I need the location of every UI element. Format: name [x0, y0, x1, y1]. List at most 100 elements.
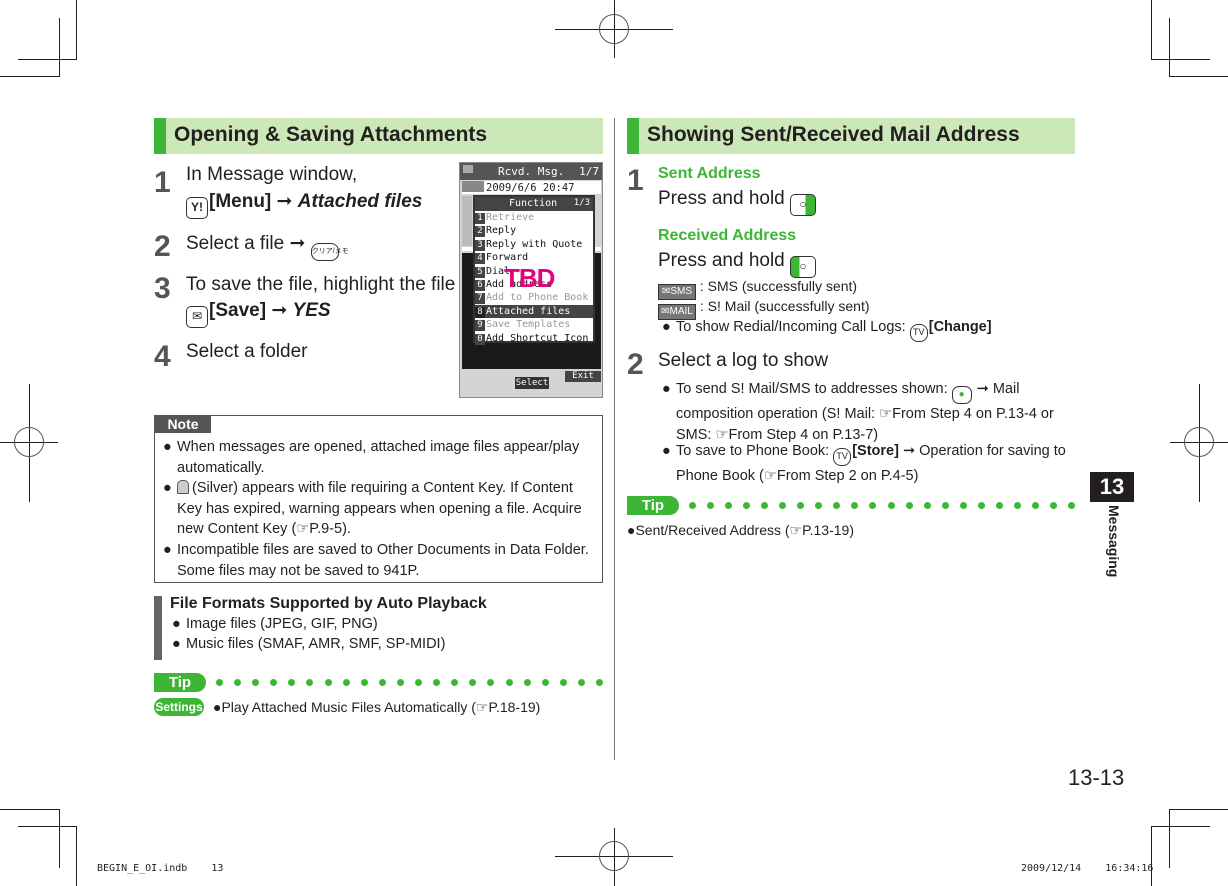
mail-icon-label: MAIL [669, 306, 693, 317]
tip-dot [761, 502, 769, 509]
tip-reference-link[interactable]: ●Sent/Received Address (☞P.13-19) [627, 520, 854, 540]
tip-dot [869, 502, 877, 509]
step-2-text: Select a file ➞ クリア/メモ [186, 232, 349, 261]
note-label: Note [155, 416, 211, 433]
tip-dot [905, 502, 913, 509]
yahoo-key-icon: Y! [186, 197, 208, 219]
tip-dot [995, 502, 1003, 509]
tv-key-icon: TV [833, 448, 852, 466]
tip-dot [415, 679, 423, 686]
store-label: [Store] [852, 443, 899, 459]
slug-timestamp: 2009/12/14 16:34:16 [1021, 863, 1154, 874]
softkey-exit[interactable]: Exit [565, 371, 601, 382]
function-menu-item[interactable]: 0 Add Shortcut Icon [475, 332, 593, 345]
yes-label: YES [292, 300, 331, 321]
page-number: 13-13 [1068, 765, 1125, 790]
arrow-icon: ➞ [289, 233, 306, 254]
bullet-icon: ● [662, 443, 671, 459]
step-number: 1 [627, 164, 644, 197]
menu-item-number: 3 [475, 239, 485, 251]
phone-title-bar: Rcvd. Msg. 1/7 [460, 163, 602, 180]
arrow-icon: ➞ [276, 191, 293, 212]
file-format-text: Image files (JPEG, GIF, PNG) [186, 616, 378, 632]
function-menu-header: Function 1/3 [475, 197, 593, 211]
bullet-icon: ● [662, 319, 671, 335]
function-menu-item[interactable]: 1 Retrieve [475, 211, 593, 224]
section-title: Opening & Saving Attachments [174, 123, 488, 146]
function-menu-item[interactable]: 9 Save Templates [475, 318, 593, 332]
header-accent-bar [627, 118, 639, 154]
tip-dot [324, 679, 332, 686]
note-item: ● When messages are opened, attached ima… [163, 437, 599, 478]
step-number: 1 [154, 166, 171, 199]
tip-dot [851, 502, 859, 509]
tip-dot [234, 679, 242, 686]
file-formats-title: File Formats Supported by Auto Playback [170, 595, 487, 612]
step-3-label: To save the file, highlight the file [186, 274, 456, 295]
menu-item-label: Reply with Quote [486, 238, 583, 250]
function-menu-page: 1/3 [573, 198, 590, 208]
note-item: ● (Silver) appears with file requiring a… [163, 478, 599, 540]
tip-dot [595, 679, 603, 686]
section-header-sent-received: Showing Sent/Received Mail Address [627, 118, 1075, 154]
note-item-text: When messages are opened, attached image… [177, 439, 580, 476]
right-key-icon: ○ [790, 256, 817, 278]
section-header-opening-saving: Opening & Saving Attachments [154, 118, 603, 154]
clock-icon [462, 181, 484, 192]
sent-address-heading: Sent Address [658, 165, 761, 182]
function-menu-item[interactable]: 8 Attached files [475, 304, 593, 319]
tip-label: Tip [627, 496, 679, 515]
function-menu-item[interactable]: 2 Reply [475, 224, 593, 238]
file-formats-accent-bar [154, 596, 162, 660]
tip-dot [887, 502, 895, 509]
menu-item-number: 9 [475, 320, 485, 332]
note-item-text: (Silver) appears with file requiring a C… [163, 478, 599, 540]
phone-field-icons [462, 196, 472, 246]
note-box: Note ● When messages are opened, attache… [154, 415, 603, 583]
menu-item-number: 0 [475, 333, 485, 345]
tip-dotted-rule [689, 496, 1075, 515]
tip-dot [923, 502, 931, 509]
step-4-text: Select a folder [186, 341, 308, 362]
received-address-heading: Received Address [658, 227, 797, 244]
tip-label: Tip [154, 673, 206, 692]
menu-item-label: Add Shortcut Icon [486, 332, 589, 344]
header-accent-bar [154, 118, 166, 154]
tip-dot [541, 679, 549, 686]
received-address-text: Press and hold ○ [658, 250, 817, 278]
bullet-icon: ● [172, 616, 181, 632]
tip-dot [689, 502, 696, 509]
menu-item-label: Reply [486, 225, 517, 237]
menu-item-number: 1 [475, 213, 485, 224]
tip-dotted-rule [216, 673, 603, 692]
tip-dot [216, 679, 223, 686]
column-divider [614, 118, 615, 760]
function-menu-item[interactable]: 3 Reply with Quote [475, 238, 593, 251]
tip-dot [396, 679, 404, 686]
tip-dot [725, 502, 733, 509]
bullet-text: To show Redial/Incoming Call Logs: TV [Ch… [662, 317, 1072, 342]
tip-dot [1013, 502, 1021, 509]
tip-settings-link[interactable]: ●Play Attached Music Files Automatically… [213, 697, 540, 717]
tip-dot [523, 679, 531, 686]
tip-dot [451, 679, 459, 686]
bullet-text-pre: To send S! Mail/SMS to addresses shown: [676, 381, 948, 397]
bullet-icon: ● [172, 636, 181, 652]
clear-memo-key-icon: クリア/メモ [310, 243, 349, 261]
sent-address-text: Press and hold ○ [658, 188, 817, 216]
tip-dot [779, 502, 787, 509]
menu-item-number: 7 [475, 293, 485, 305]
note-item-text: Incompatible files are saved to Other Do… [177, 542, 589, 579]
tip-dot [1031, 502, 1039, 509]
lock-icon [177, 480, 189, 494]
softkey-select[interactable]: Select [515, 377, 549, 389]
mail-icon [463, 165, 473, 173]
phone-screen-image: Rcvd. Msg. 1/7 2009/6/6 20:47 Function 1… [459, 162, 603, 398]
bullet-icon: ● [163, 480, 172, 496]
mail-key-icon: ✉ [186, 306, 208, 328]
tip-dot [288, 679, 296, 686]
bullet-text: To save to Phone Book: TV [Store] ➞ Opera… [662, 441, 1074, 487]
bullet-text: To send S! Mail/SMS to addresses shown: … [662, 379, 1074, 445]
tip-dot [833, 502, 841, 509]
menu-item-label: Forward [486, 252, 529, 264]
